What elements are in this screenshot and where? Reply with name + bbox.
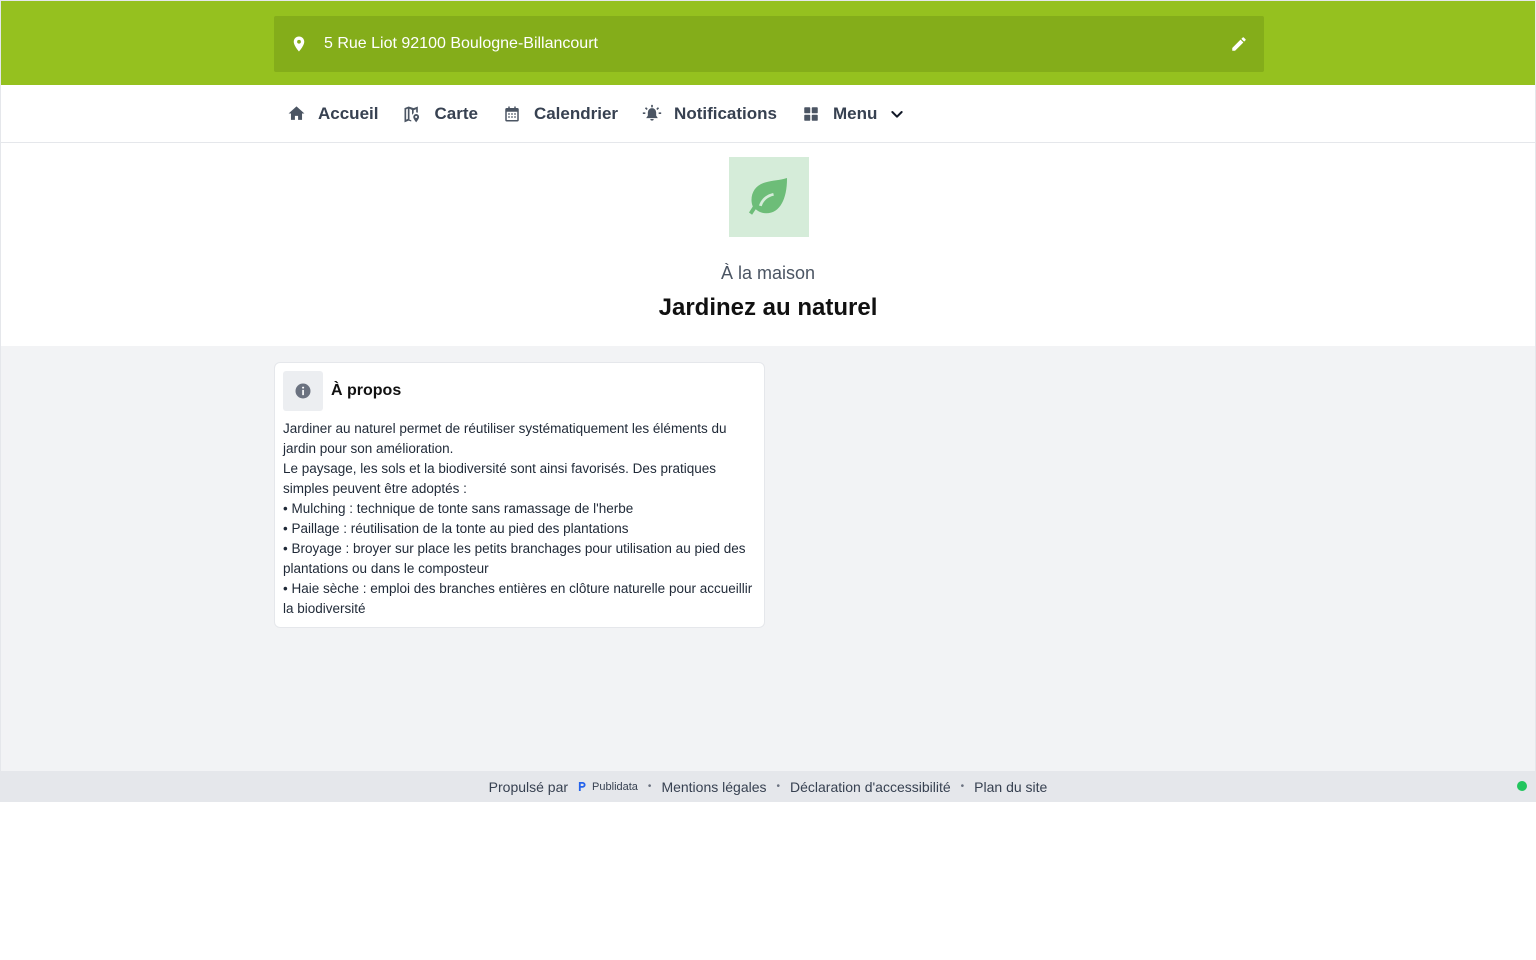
map-pin-icon bbox=[290, 35, 308, 53]
card-paragraph: Jardiner au naturel permet de réutiliser… bbox=[283, 421, 727, 456]
bell-icon bbox=[642, 104, 662, 124]
footer: Propulsé par Publidata • Mentions légale… bbox=[0, 771, 1536, 802]
card-header: À propos bbox=[283, 371, 401, 411]
page-subtitle: À la maison bbox=[720, 263, 816, 283]
home-icon bbox=[286, 104, 306, 124]
status-indicator bbox=[1517, 781, 1527, 791]
nav-item-label: Carte bbox=[434, 103, 478, 123]
grid-icon bbox=[801, 104, 821, 124]
map-icon bbox=[402, 104, 422, 124]
card-bullet: • Paillage : réutilisation de la tonte a… bbox=[283, 521, 629, 536]
main-nav: Accueil Carte Calendrier Notifications M… bbox=[0, 85, 1536, 143]
nav-item-label: Notifications bbox=[674, 103, 777, 123]
sitemap-link[interactable]: Plan du site bbox=[974, 779, 1047, 795]
brand-name: Publidata bbox=[592, 780, 638, 793]
publidata-link[interactable]: Publidata bbox=[578, 781, 638, 793]
nav-item-menu[interactable]: Menu bbox=[789, 85, 917, 142]
separator: • bbox=[647, 781, 652, 792]
separator: • bbox=[776, 781, 781, 792]
card-bullet: • Mulching : technique de tonte sans ram… bbox=[283, 501, 634, 516]
publidata-logo-icon bbox=[578, 781, 587, 792]
card-title: À propos bbox=[331, 382, 402, 399]
info-icon bbox=[283, 371, 323, 411]
nav-item-label: Menu bbox=[833, 103, 878, 123]
page: 5 Rue Liot 92100 Boulogne-Billancourt Ac… bbox=[0, 0, 1536, 960]
card-bullet: • Haie sèche : emploi des branches entiè… bbox=[283, 581, 753, 616]
about-card: À propos Jardiner au naturel permet de r… bbox=[274, 362, 765, 628]
nav-item-accueil[interactable]: Accueil bbox=[274, 85, 390, 142]
card-body: Jardiner au naturel permet de réutiliser… bbox=[283, 419, 757, 619]
legal-link[interactable]: Mentions légales bbox=[661, 779, 766, 795]
header: 5 Rue Liot 92100 Boulogne-Billancourt bbox=[0, 0, 1536, 85]
powered-by-label: Propulsé par bbox=[488, 778, 569, 795]
card-bullet: • Broyage : broyer sur place les petits … bbox=[283, 541, 746, 576]
nav-item-calendrier[interactable]: Calendrier bbox=[490, 85, 630, 142]
accessibility-link[interactable]: Déclaration d'accessibilité bbox=[790, 779, 951, 795]
page-title: Jardinez au naturel bbox=[658, 294, 878, 321]
pencil-icon[interactable] bbox=[1230, 35, 1248, 53]
nav-item-label: Calendrier bbox=[533, 103, 619, 123]
chevron-down-icon bbox=[889, 106, 905, 122]
leaf-icon bbox=[729, 157, 809, 237]
nav-item-label: Accueil bbox=[318, 103, 379, 123]
address-text: 5 Rue Liot 92100 Boulogne-Billancourt bbox=[324, 35, 598, 52]
separator: • bbox=[960, 781, 965, 792]
calendar-icon bbox=[502, 104, 522, 124]
address-bar[interactable]: 5 Rue Liot 92100 Boulogne-Billancourt bbox=[274, 16, 1264, 72]
nav-item-carte[interactable]: Carte bbox=[390, 85, 489, 142]
page-hero: À la maison Jardinez au naturel bbox=[0, 143, 1536, 346]
nav-item-notifications[interactable]: Notifications bbox=[630, 85, 789, 142]
card-paragraph: Le paysage, les sols et la biodiversité … bbox=[283, 461, 716, 496]
main-content: À propos Jardiner au naturel permet de r… bbox=[0, 346, 1536, 771]
